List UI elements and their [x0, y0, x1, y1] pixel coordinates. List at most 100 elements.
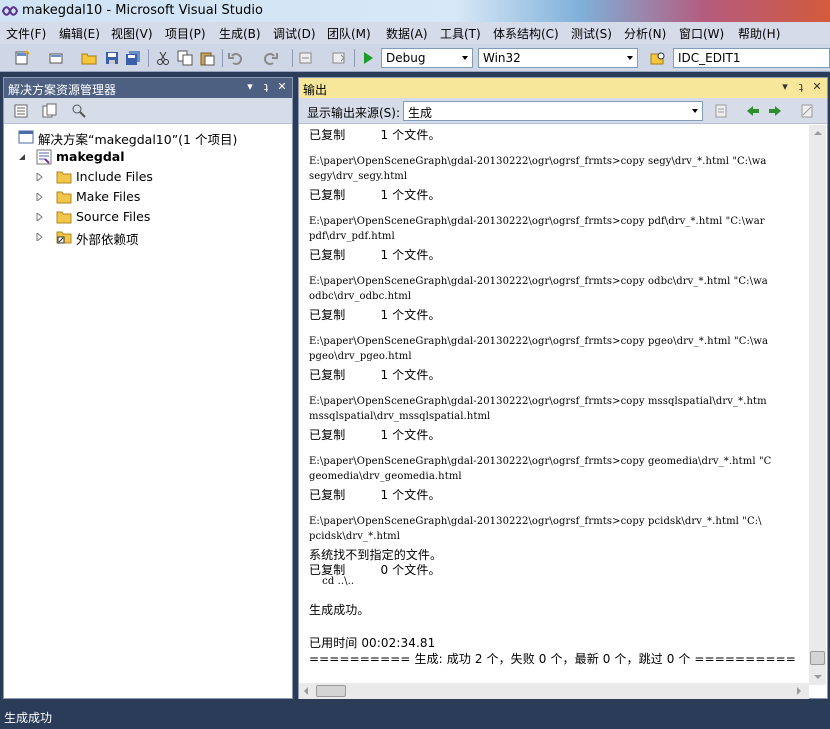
solution-configuration-select[interactable]: Debug	[381, 48, 473, 68]
folder-icon	[56, 191, 72, 204]
show-all-files-icon[interactable]	[42, 103, 58, 119]
close-icon[interactable]: ✕	[811, 81, 823, 93]
close-icon[interactable]: ✕	[276, 81, 288, 93]
output-line: 已复制 1 个文件。	[309, 248, 441, 262]
open-folder-icon[interactable]	[81, 50, 97, 66]
folder-label: Include Files	[76, 169, 153, 184]
solution-explorer-toolbar	[4, 98, 292, 124]
menu-architecture[interactable]: 体系结构(C)	[493, 25, 559, 42]
solution-label: 解决方案“makegdal10”(1 个项目)	[38, 132, 238, 147]
cut-icon[interactable]	[155, 50, 171, 66]
collapse-arrow-icon[interactable]	[18, 153, 26, 161]
output-line: mssqlspatial\drv_mssqlspatial.html	[309, 411, 491, 422]
output-line: pgeo\drv_pgeo.html	[309, 351, 412, 362]
build-summary-line: ========== 生成: 成功 2 个，失败 0 个，最新 0 个，跳过 0…	[309, 652, 796, 666]
folder-label: Make Files	[76, 189, 141, 204]
output-line: odbc\drv_odbc.html	[309, 291, 412, 302]
vertical-scroll-thumb[interactable]	[810, 651, 825, 665]
menu-test[interactable]: 测试(S)	[571, 25, 612, 42]
output-line: 已复制 1 个文件。	[309, 368, 441, 382]
scroll-up-button[interactable]	[809, 125, 826, 141]
redo-icon[interactable]	[262, 50, 278, 66]
output-line: 已复制 1 个文件。	[309, 128, 441, 142]
output-line: E:\paper\OpenSceneGraph\gdal-20130222\og…	[309, 276, 768, 287]
external-dependencies-folder-icon	[56, 231, 72, 244]
menu-build[interactable]: 生成(B)	[219, 25, 261, 42]
save-all-icon[interactable]	[125, 50, 141, 66]
output-title: 输出	[303, 83, 328, 97]
clear-all-icon[interactable]	[799, 103, 815, 119]
toolbar-separator	[292, 49, 293, 67]
menu-window[interactable]: 窗口(W)	[679, 25, 724, 42]
navigate-forward-icon[interactable]	[331, 50, 347, 66]
horizontal-scrollbar[interactable]	[299, 683, 809, 699]
go-to-next-message-arrow-icon[interactable]	[767, 103, 783, 119]
menu-debug[interactable]: 调试(D)	[273, 25, 316, 42]
folder-icon	[56, 211, 72, 224]
undo-icon[interactable]	[228, 50, 244, 66]
chevron-down-icon	[458, 49, 472, 67]
copy-icon[interactable]	[177, 50, 193, 66]
expand-arrow-icon[interactable]	[36, 213, 44, 221]
status-bar: 生成成功	[0, 703, 830, 729]
output-line: 已复制 1 个文件。	[309, 428, 441, 442]
scroll-down-button[interactable]	[809, 669, 826, 685]
solution-explorer-panel: 解决方案资源管理器 ▾ ʇ ✕ 解决方案“makegdal10”(1 个项目) …	[3, 77, 293, 699]
menu-data[interactable]: 数据(A)	[386, 25, 428, 42]
output-line: pcidsk\drv_*.html	[309, 531, 401, 542]
menu-project[interactable]: 项目(P)	[165, 25, 206, 42]
output-line: 已复制 1 个文件。	[309, 188, 441, 202]
save-icon[interactable]	[104, 50, 120, 66]
expand-arrow-icon[interactable]	[36, 193, 44, 201]
folder-label: Source Files	[76, 209, 151, 224]
toolbar-separator	[354, 49, 355, 67]
output-source-value: 生成	[408, 106, 433, 120]
window-position-dropdown-icon[interactable]: ▾	[779, 81, 791, 93]
standard-toolbar: Debug Win32 IDC_EDIT1	[0, 44, 830, 72]
scroll-left-icon[interactable]	[304, 687, 308, 695]
output-line: E:\paper\OpenSceneGraph\gdal-20130222\og…	[309, 336, 769, 347]
chevron-down-icon	[623, 49, 637, 67]
new-project-icon[interactable]	[14, 50, 30, 66]
navigate-backward-icon[interactable]	[298, 50, 314, 66]
output-header: 输出 ▾ ʇ ✕	[299, 78, 827, 98]
add-item-icon[interactable]	[48, 50, 64, 66]
output-source-select[interactable]: 生成	[403, 101, 703, 121]
output-text-area[interactable]: 已复制 1 个文件。 E:\paper\OpenSceneGraph\gdal-2…	[309, 126, 809, 682]
output-line: geomedia\drv_geomedia.html	[309, 471, 462, 482]
view-class-diagram-icon[interactable]	[71, 103, 87, 119]
menu-help[interactable]: 帮助(H)	[738, 25, 780, 42]
output-line: segy\drv_segy.html	[309, 171, 408, 182]
find-combo[interactable]: IDC_EDIT1	[673, 48, 830, 68]
menu-view[interactable]: 视图(V)	[111, 25, 153, 42]
paste-icon[interactable]	[199, 50, 215, 66]
solution-explorer-header: 解决方案资源管理器 ▾ ʇ ✕	[4, 78, 292, 98]
toolbar-separator	[148, 49, 149, 67]
vc-project-icon	[36, 149, 52, 165]
menu-edit[interactable]: 编辑(E)	[59, 25, 100, 42]
find-in-files-icon[interactable]	[650, 50, 666, 66]
menu-team[interactable]: 团队(M)	[327, 25, 371, 42]
output-line: 已复制 1 个文件。	[309, 308, 441, 322]
output-panel: 输出 ▾ ʇ ✕ 显示输出来源(S): 生成 已复制 1 个文件。 E:\pape…	[298, 77, 828, 699]
output-line: 已复制 1 个文件。	[309, 488, 441, 502]
start-debugging-icon[interactable]	[360, 50, 376, 66]
output-line: E:\paper\OpenSceneGraph\gdal-20130222\og…	[309, 396, 767, 407]
go-to-next-message-icon[interactable]	[713, 103, 729, 119]
menu-analyze[interactable]: 分析(N)	[624, 25, 666, 42]
expand-arrow-icon[interactable]	[36, 173, 44, 181]
solution-platform-select[interactable]: Win32	[478, 48, 638, 68]
horizontal-scroll-thumb[interactable]	[316, 685, 346, 697]
menu-file[interactable]: 文件(F)	[6, 25, 46, 42]
go-to-previous-message-icon[interactable]	[745, 103, 761, 119]
menu-tools[interactable]: 工具(T)	[440, 25, 481, 42]
pin-icon[interactable]: ʇ	[260, 81, 272, 93]
status-text: 生成成功	[4, 711, 53, 725]
vertical-scrollbar[interactable]	[809, 125, 826, 685]
window-position-dropdown-icon[interactable]: ▾	[244, 81, 256, 93]
pin-icon[interactable]: ʇ	[795, 81, 807, 93]
expand-arrow-icon[interactable]	[36, 233, 44, 241]
window-title: makegdal10 - Microsoft Visual Studio	[22, 3, 263, 18]
properties-icon[interactable]	[13, 103, 29, 119]
scroll-right-icon[interactable]	[797, 687, 801, 695]
